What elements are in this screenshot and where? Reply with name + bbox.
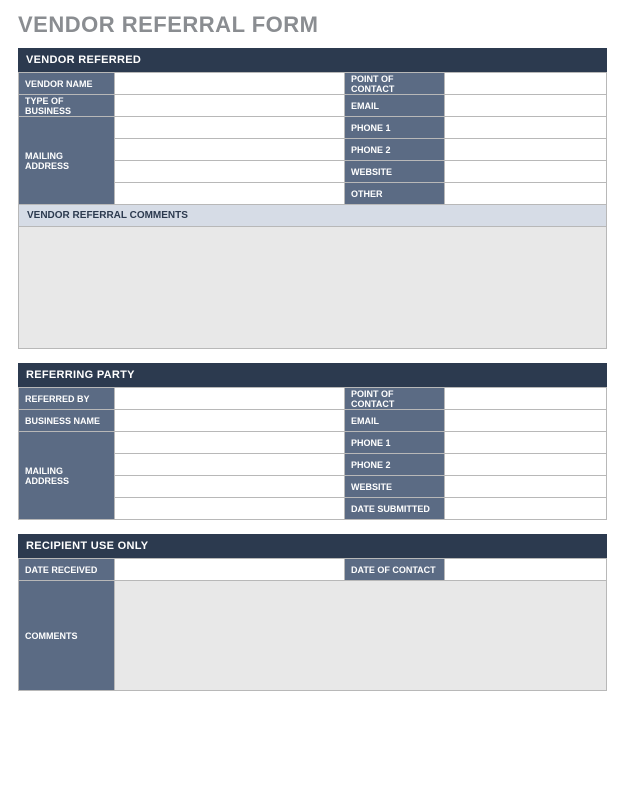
vendor-name-label: VENDOR NAME	[19, 73, 115, 95]
section-vendor-referred: VENDOR REFERRED VENDOR NAME POINT OF CON…	[18, 48, 607, 349]
date-submitted-label: DATE SUBMITTED	[345, 498, 445, 520]
other-label: OTHER	[345, 183, 445, 205]
date-of-contact-label: DATE OF CONTACT	[345, 559, 445, 581]
point-of-contact-label: POINT OF CONTACT	[345, 73, 445, 95]
date-submitted-field[interactable]	[445, 498, 607, 520]
recipient-comments-field[interactable]	[115, 581, 607, 691]
date-received-label: DATE RECEIVED	[19, 559, 115, 581]
type-of-business-label: TYPE OF BUSINESS	[19, 95, 115, 117]
point-of-contact-field[interactable]	[445, 73, 607, 95]
recipient-comments-label: COMMENTS	[19, 581, 115, 691]
vendor-referral-comments-field[interactable]	[19, 227, 607, 349]
vendor-referred-table: VENDOR NAME POINT OF CONTACT TYPE OF BUS…	[18, 72, 607, 349]
mailing-address-field-1[interactable]	[115, 117, 345, 139]
mailing-address-field-3[interactable]	[115, 161, 345, 183]
section-header-referring-party: REFERRING PARTY	[18, 363, 607, 387]
date-received-field[interactable]	[115, 559, 345, 581]
rp-phone1-field[interactable]	[445, 432, 607, 454]
section-header-vendor-referred: VENDOR REFERRED	[18, 48, 607, 72]
rp-phone1-label: PHONE 1	[345, 432, 445, 454]
rp-point-of-contact-label: POINT OF CONTACT	[345, 388, 445, 410]
mailing-address-field-2[interactable]	[115, 139, 345, 161]
type-of-business-field[interactable]	[115, 95, 345, 117]
email-label: EMAIL	[345, 95, 445, 117]
rp-website-field[interactable]	[445, 476, 607, 498]
mailing-address-field-4[interactable]	[115, 183, 345, 205]
rp-email-label: EMAIL	[345, 410, 445, 432]
business-name-label: BUSINESS NAME	[19, 410, 115, 432]
other-field[interactable]	[445, 183, 607, 205]
phone2-field[interactable]	[445, 139, 607, 161]
rp-email-field[interactable]	[445, 410, 607, 432]
recipient-use-only-table: DATE RECEIVED DATE OF CONTACT COMMENTS	[18, 558, 607, 691]
business-name-field[interactable]	[115, 410, 345, 432]
referred-by-field[interactable]	[115, 388, 345, 410]
rp-mailing-address-field-2[interactable]	[115, 454, 345, 476]
phone2-label: PHONE 2	[345, 139, 445, 161]
phone1-label: PHONE 1	[345, 117, 445, 139]
rp-phone2-label: PHONE 2	[345, 454, 445, 476]
vendor-name-field[interactable]	[115, 73, 345, 95]
referred-by-label: REFERRED BY	[19, 388, 115, 410]
page-title: VENDOR REFERRAL FORM	[18, 12, 607, 38]
rp-mailing-address-label: MAILING ADDRESS	[19, 432, 115, 520]
website-field[interactable]	[445, 161, 607, 183]
rp-phone2-field[interactable]	[445, 454, 607, 476]
rp-mailing-address-field-1[interactable]	[115, 432, 345, 454]
rp-point-of-contact-field[interactable]	[445, 388, 607, 410]
rp-mailing-address-field-3[interactable]	[115, 476, 345, 498]
section-referring-party: REFERRING PARTY REFERRED BY POINT OF CON…	[18, 363, 607, 520]
date-of-contact-field[interactable]	[445, 559, 607, 581]
rp-mailing-address-field-4[interactable]	[115, 498, 345, 520]
section-header-recipient-use-only: RECIPIENT USE ONLY	[18, 534, 607, 558]
email-field[interactable]	[445, 95, 607, 117]
section-recipient-use-only: RECIPIENT USE ONLY DATE RECEIVED DATE OF…	[18, 534, 607, 691]
phone1-field[interactable]	[445, 117, 607, 139]
rp-website-label: WEBSITE	[345, 476, 445, 498]
referring-party-table: REFERRED BY POINT OF CONTACT BUSINESS NA…	[18, 387, 607, 520]
mailing-address-label: MAILING ADDRESS	[19, 117, 115, 205]
website-label: WEBSITE	[345, 161, 445, 183]
vendor-referral-comments-header: VENDOR REFERRAL COMMENTS	[19, 205, 607, 227]
